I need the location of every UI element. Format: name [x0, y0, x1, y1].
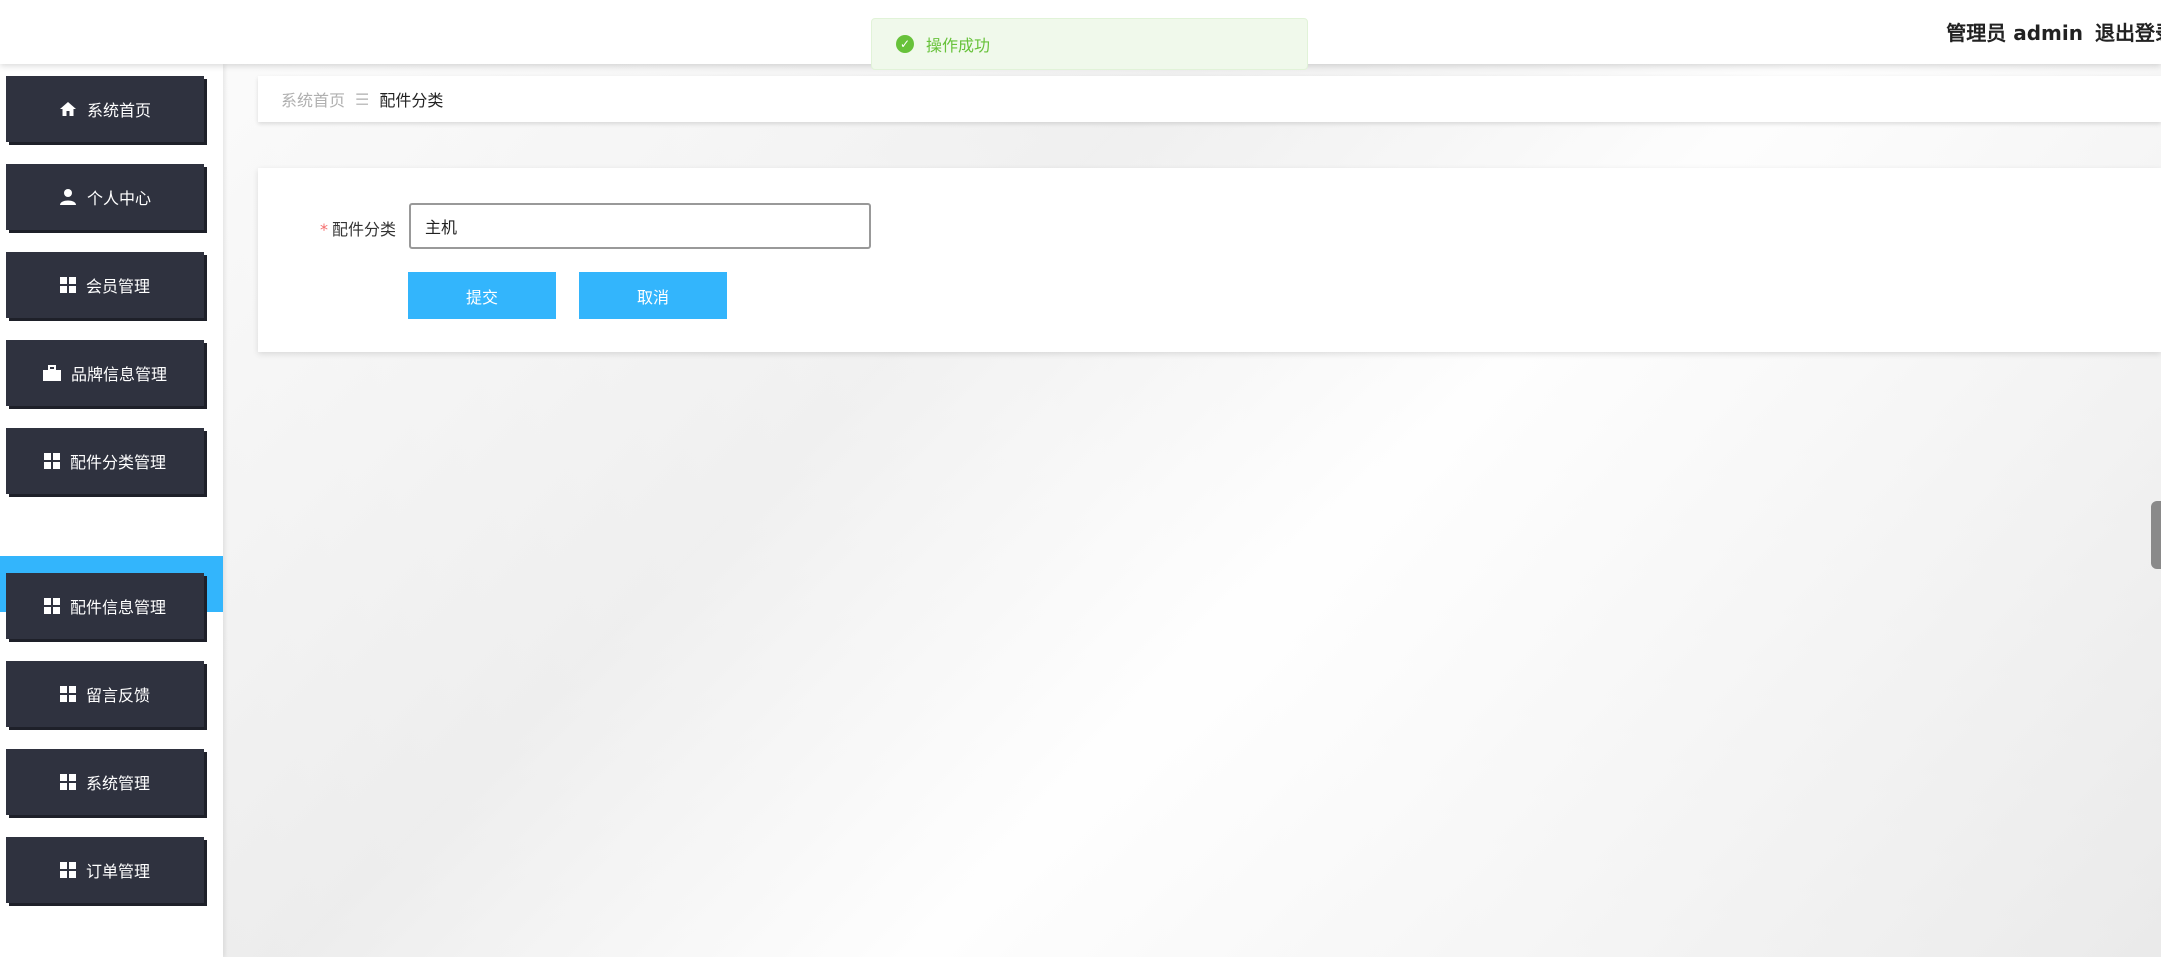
cancel-button[interactable]: 取消: [579, 272, 727, 319]
home-icon: [59, 100, 77, 118]
submit-button[interactable]: 提交: [408, 272, 556, 319]
sidebar-item-orders[interactable]: 订单管理: [6, 837, 204, 903]
user-icon: [59, 188, 77, 206]
sidebar-item-label: 会员管理: [85, 277, 150, 296]
grid-icon: [59, 686, 76, 702]
sidebar-item-feedback[interactable]: 留言反馈: [6, 661, 204, 727]
sidebar-item-system[interactable]: 系统管理: [6, 749, 204, 815]
briefcase-icon: [42, 365, 61, 381]
user-area: 管理员 admin 退出登录: [1946, 17, 2161, 46]
field-label-text: 配件分类: [332, 220, 397, 239]
sidebar-item-members[interactable]: 会员管理: [6, 252, 204, 318]
grid-icon: [43, 598, 60, 614]
sidebar-item-label: 订单管理: [85, 862, 150, 881]
required-mark: *: [320, 220, 328, 239]
background: [0, 0, 2161, 957]
sidebar-item-label: 配件分类管理: [69, 453, 166, 472]
grid-icon: [59, 277, 76, 293]
sidebar-item-profile[interactable]: 个人中心: [6, 164, 204, 230]
grid-icon: [43, 453, 60, 469]
sidebar-item-parts[interactable]: 配件信息管理: [6, 573, 204, 639]
sidebar-item-part-categories[interactable]: 配件分类管理: [6, 428, 204, 494]
part-category-label: * 配件分类: [320, 216, 396, 240]
sidebar-item-label: 系统首页: [86, 101, 151, 120]
sidebar-item-home[interactable]: 系统首页: [6, 76, 204, 142]
sidebar-item-label: 系统管理: [85, 774, 150, 793]
sidebar-item-label: 留言反馈: [85, 686, 150, 705]
sidebar-item-label: 品牌信息管理: [70, 365, 167, 384]
user-label: 管理员 admin: [1946, 21, 2083, 45]
scrollbar-handle[interactable]: [2151, 501, 2161, 569]
sidebar-item-label: 个人中心: [86, 189, 151, 208]
breadcrumb-current: 配件分类: [379, 91, 444, 110]
sidebar-item-label: 配件信息管理: [69, 598, 166, 617]
grid-icon: [59, 774, 76, 790]
sidebar-item-brands[interactable]: 品牌信息管理: [6, 340, 204, 406]
success-toast: ✓ 操作成功: [871, 18, 1308, 70]
form-card: *配件分类 提交 取消: [258, 168, 2161, 352]
toast-message: 操作成功: [926, 36, 991, 55]
breadcrumb: 系统首页 ☰ 配件分类: [258, 76, 2161, 122]
breadcrumb-separator-icon: ☰: [355, 89, 370, 109]
part-category-input[interactable]: [409, 203, 871, 249]
logout-link[interactable]: 退出登录: [2095, 21, 2161, 45]
check-circle-icon: ✓: [896, 35, 914, 53]
sidebar: 系统首页 个人中心 会员管理 品牌信息管理 配件分类管理 配件分类 配件信息管理…: [0, 64, 223, 957]
grid-icon: [59, 862, 76, 878]
breadcrumb-home[interactable]: 系统首页: [281, 87, 345, 111]
